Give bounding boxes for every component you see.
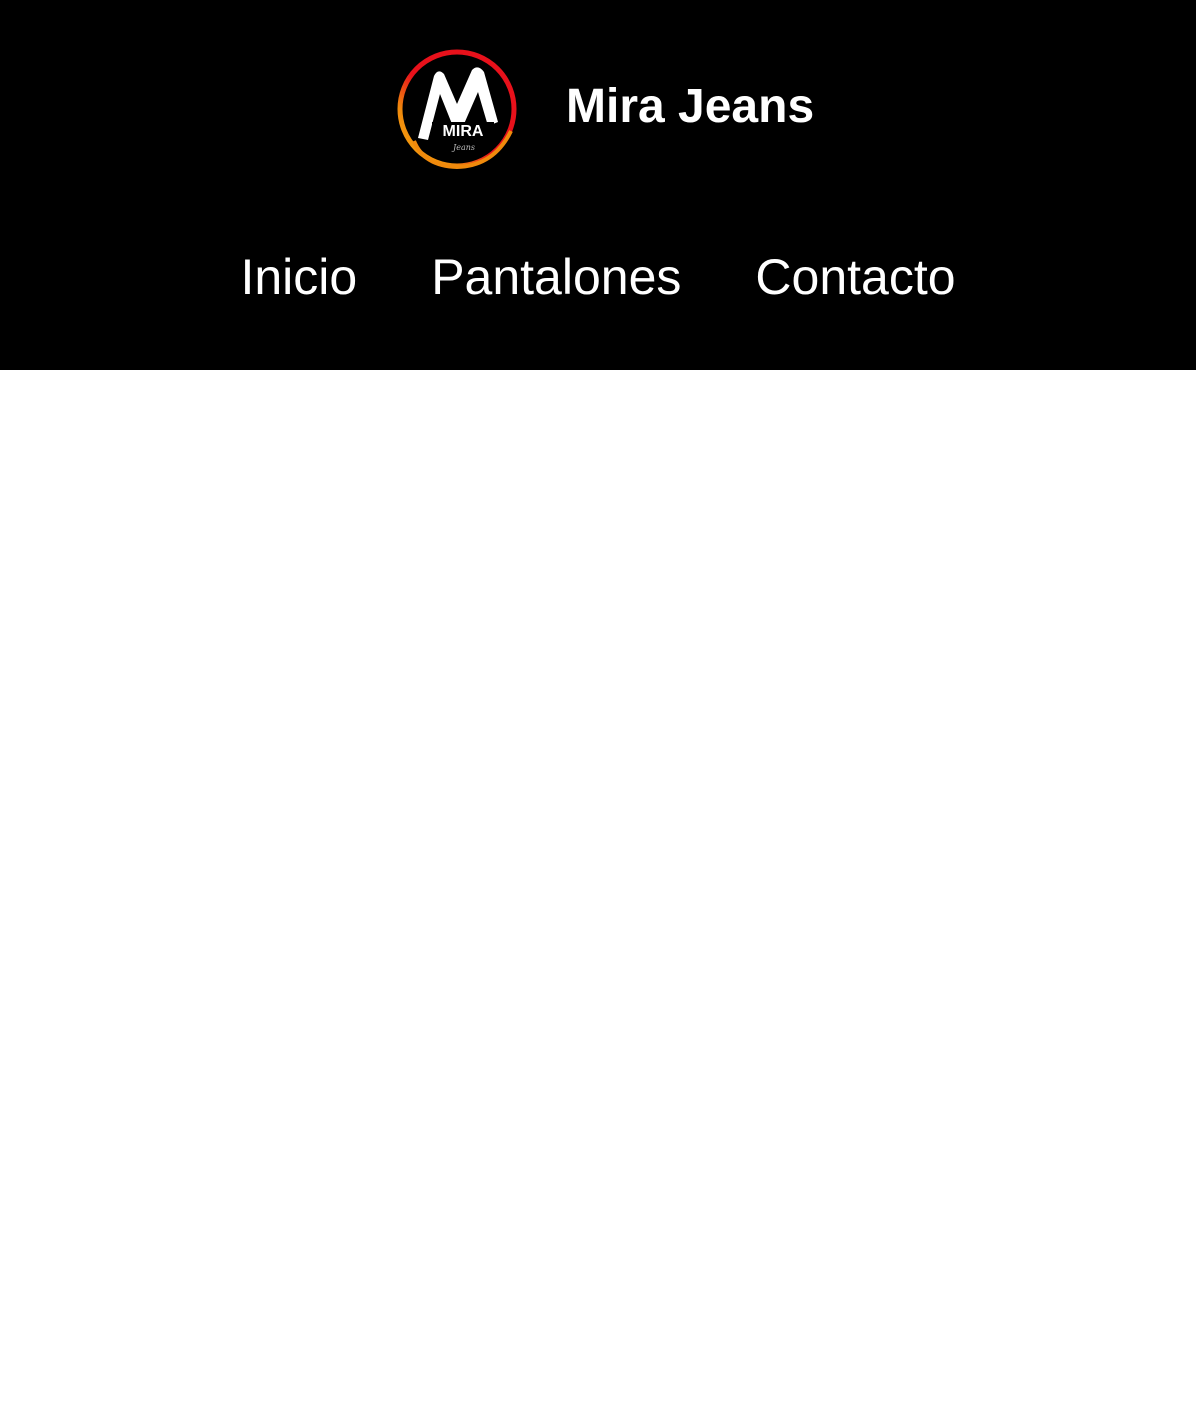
logo-wordmark: MIRA — [443, 123, 484, 140]
nav-link-contacto[interactable]: Contacto — [755, 248, 955, 306]
site-header: MIRA Jeans Mira Jeans Inicio Pantalones … — [0, 0, 1196, 370]
nav-link-pantalones[interactable]: Pantalones — [431, 248, 681, 306]
main-nav: Inicio Pantalones Contacto — [0, 248, 1196, 306]
brand[interactable]: MIRA Jeans Mira Jeans — [394, 45, 814, 173]
nav-link-inicio[interactable]: Inicio — [240, 248, 357, 306]
mira-jeans-logo-icon[interactable]: MIRA Jeans — [394, 46, 520, 172]
main-content — [0, 370, 1196, 1418]
logo-script: Jeans — [451, 143, 475, 152]
brand-name[interactable]: Mira Jeans — [566, 83, 814, 131]
